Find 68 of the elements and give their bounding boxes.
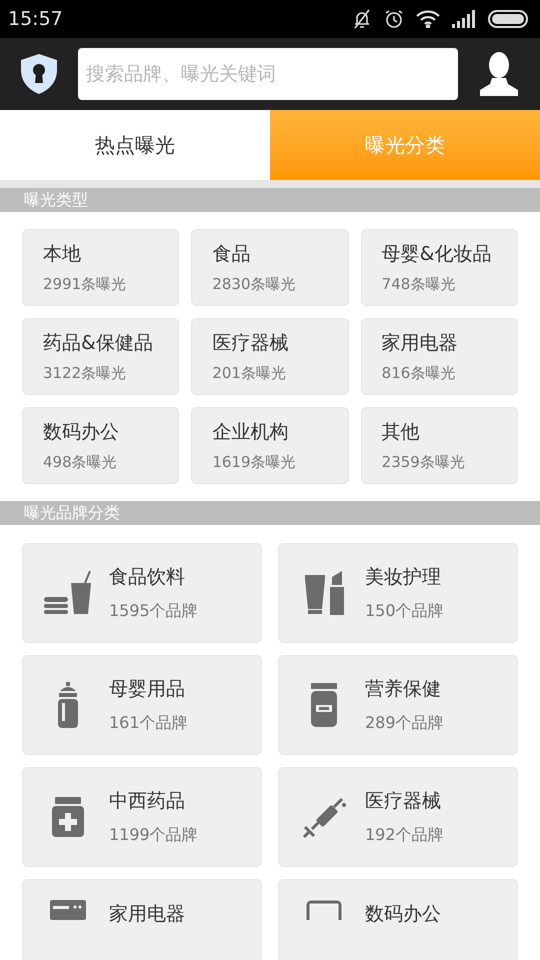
brand-count: 161个品牌 (109, 712, 188, 734)
category-card[interactable]: 企业机构 1619条曝光 (191, 407, 349, 484)
brand-category-name: 医疗器械 (365, 788, 442, 814)
category-card[interactable]: 药品&保健品 3122条曝光 (22, 318, 180, 395)
brand-category-name: 美妆护理 (365, 564, 442, 590)
category-card[interactable]: 数码办公 498条曝光 (22, 407, 180, 484)
brand-category-card[interactable]: 数码办公 (278, 879, 518, 960)
category-card[interactable]: 食品 2830条曝光 (191, 229, 349, 306)
category-name: 食品 (212, 242, 252, 267)
brand-category-name: 母婴用品 (109, 676, 186, 702)
exposure-count: 2830条曝光 (212, 274, 297, 294)
syringe-icon (302, 795, 346, 839)
monitor-icon (306, 900, 342, 920)
brand-category-name: 中西药品 (109, 788, 186, 814)
signal-icon (452, 10, 476, 28)
exposure-count: 498条曝光 (43, 452, 118, 472)
category-name: 企业机构 (212, 420, 290, 445)
brand-category-card[interactable]: 食品饮料 1595个品牌 (22, 543, 262, 643)
alarm-clock-icon (384, 9, 404, 29)
user-silhouette-icon[interactable] (478, 52, 520, 96)
category-card[interactable]: 本地 2991条曝光 (22, 229, 180, 306)
brand-category-card[interactable]: 家用电器 (22, 879, 262, 960)
shield-keyhole-icon[interactable] (20, 53, 58, 95)
category-card[interactable]: 其他 2359条曝光 (360, 407, 518, 484)
section-header: 曝光类型 (0, 188, 540, 212)
section-header: 曝光品牌分类 (0, 501, 540, 525)
exposure-count: 2991条曝光 (43, 274, 128, 294)
brand-count: 192个品牌 (365, 824, 444, 846)
category-name: 药品&保健品 (43, 331, 154, 356)
search-field[interactable]: 搜索品牌、曝光关键词 (78, 48, 458, 100)
category-card[interactable]: 家用电器 816条曝光 (360, 318, 518, 395)
category-name: 家用电器 (382, 331, 459, 356)
category-card[interactable]: 母婴&化妆品 748条曝光 (360, 229, 518, 306)
exposure-count: 816条曝光 (382, 362, 456, 384)
category-name: 数码办公 (43, 420, 120, 445)
exposure-count: 201条曝光 (212, 362, 287, 384)
exposure-count: 748条曝光 (382, 274, 456, 294)
battery-icon (488, 10, 528, 28)
baby-bottle-icon (57, 682, 79, 728)
exposure-count: 1619条曝光 (212, 452, 297, 472)
brand-category-name: 家用电器 (109, 902, 185, 927)
burger-and-drink-icon (44, 571, 92, 615)
brand-category-card[interactable]: 美妆护理 150个品牌 (278, 543, 518, 643)
muted-bell-icon (352, 9, 372, 29)
brand-category-name: 食品饮料 (109, 564, 186, 590)
supplement-jar-icon (311, 683, 337, 727)
exposure-count: 2359条曝光 (382, 452, 466, 472)
category-name: 其他 (382, 420, 421, 445)
brand-count: 150个品牌 (365, 600, 444, 622)
brand-count: 1199个品牌 (109, 824, 198, 846)
brand-category-card[interactable]: 医疗器械 192个品牌 (278, 767, 518, 867)
category-name: 医疗器械 (212, 331, 290, 356)
category-card[interactable]: 医疗器械 201条曝光 (191, 318, 349, 395)
brand-category-card[interactable]: 营养保健 289个品牌 (278, 655, 518, 755)
brand-count: 1595个品牌 (109, 600, 198, 622)
appliance-icon (50, 900, 86, 920)
medicine-jar-icon (52, 797, 84, 837)
status-time: 15:57 (8, 6, 63, 32)
brand-count: 289个品牌 (365, 712, 444, 734)
brand-category-name: 数码办公 (365, 902, 441, 927)
brand-category-card[interactable]: 中西药品 1199个品牌 (22, 767, 262, 867)
exposure-count: 3122条曝光 (43, 362, 128, 384)
brand-category-card[interactable]: 母婴用品 161个品牌 (22, 655, 262, 755)
tube-and-lipstick-icon (303, 571, 345, 615)
category-name: 本地 (43, 242, 82, 267)
category-name: 母婴&化妆品 (382, 242, 492, 267)
brand-category-name: 营养保健 (365, 676, 442, 702)
wifi-icon (416, 10, 440, 28)
